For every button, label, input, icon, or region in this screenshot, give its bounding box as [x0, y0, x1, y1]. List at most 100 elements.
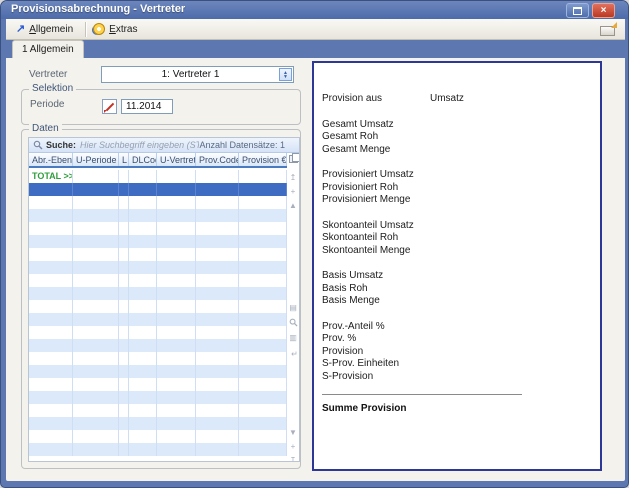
summary-label: Prov. %	[322, 333, 430, 346]
close-icon: ×	[601, 6, 607, 16]
table-row[interactable]	[29, 183, 287, 196]
restore-button[interactable]	[566, 3, 589, 18]
table-row[interactable]	[29, 326, 287, 339]
grid-body[interactable]: TOTAL >>	[29, 170, 287, 456]
vertreter-label: Vertreter	[29, 69, 67, 80]
summary-label: Gesamt Umsatz	[322, 119, 430, 132]
spinner-icon[interactable]: ▲▼	[279, 68, 292, 81]
table-row[interactable]	[29, 443, 287, 456]
column-header[interactable]: L	[119, 153, 129, 166]
table-row[interactable]	[29, 287, 287, 300]
columns-icon[interactable]: ▥	[287, 303, 299, 313]
table-row[interactable]	[29, 300, 287, 313]
summary-label: Prov.-Anteil %	[322, 321, 430, 334]
summary-divider	[322, 394, 522, 395]
summary-label: Basis Menge	[322, 295, 430, 308]
toolbar-separator	[85, 22, 87, 37]
table-row[interactable]	[29, 261, 287, 274]
table-row[interactable]	[29, 352, 287, 365]
restore-icon	[573, 7, 582, 15]
move-down-icon[interactable]: ▼	[287, 428, 299, 438]
window-title: Provisionsabrechnung - Vertreter	[11, 3, 185, 15]
summary-panel: Provision aus Umsatz Gesamt UmsatzGesamt…	[312, 61, 602, 471]
search-placeholder[interactable]: Hier Suchbegriff eingeben (STRG+S)	[80, 140, 199, 150]
table-row[interactable]	[29, 378, 287, 391]
summary-label: Skontoanteil Umsatz	[322, 220, 430, 233]
table-row[interactable]	[29, 248, 287, 261]
table-row[interactable]	[29, 430, 287, 443]
tabstrip: 1 Allgemein	[6, 40, 625, 58]
arrow-ne-icon: ↗	[16, 24, 25, 35]
column-header[interactable]: Abr.-Ebene	[29, 153, 73, 166]
search-icon	[33, 140, 43, 150]
column-header[interactable]: U-Vertreter	[157, 153, 196, 166]
table-row[interactable]	[29, 365, 287, 378]
content-area: Vertreter 1: Vertreter 1 ▲▼ Selektion Pe…	[6, 58, 625, 481]
add-row-bottom-icon[interactable]: +	[287, 442, 299, 452]
move-up-icon[interactable]: ▲	[287, 201, 299, 211]
menu-allgemein[interactable]: ↗ Allgemein	[14, 24, 81, 35]
scroll-to-top-icon[interactable]: ↥	[287, 173, 299, 183]
grid-search-icon[interactable]	[287, 318, 300, 327]
table-row[interactable]	[29, 209, 287, 222]
summary-groups: Gesamt UmsatzGesamt RohGesamt Menge Provi…	[322, 119, 600, 384]
table-row[interactable]	[29, 235, 287, 248]
summary-label: Skontoanteil Roh	[322, 232, 430, 245]
selektion-group: Selektion Periode	[21, 89, 301, 125]
table-row[interactable]	[29, 339, 287, 352]
table-row[interactable]	[29, 417, 287, 430]
table-row[interactable]	[29, 391, 287, 404]
close-button[interactable]: ×	[592, 3, 615, 18]
column-chooser-icon[interactable]	[289, 155, 298, 163]
summary-label: Provision	[322, 346, 430, 359]
record-count: Anzahl Datensätze: 1	[199, 140, 285, 150]
grid-searchbar[interactable]: Suche: Hier Suchbegriff eingeben (STRG+S…	[29, 138, 299, 153]
summe-provision-label: Summe Provision	[322, 403, 600, 414]
titlebar: Provisionsabrechnung - Vertreter ×	[1, 1, 628, 19]
column-header[interactable]: Provision €	[239, 153, 287, 166]
rows-icon[interactable]: ▤	[287, 333, 299, 343]
data-grid: Suche: Hier Suchbegriff eingeben (STRG+S…	[28, 137, 300, 462]
add-row-icon[interactable]: +	[287, 187, 299, 197]
grid-side-toolbar: ↥ + ▲ ▥ ▤ ↴ ▼ + ↧	[287, 153, 299, 461]
table-row[interactable]	[29, 313, 287, 326]
periode-input[interactable]	[121, 99, 173, 114]
daten-group: Daten Suche: Hier Suchbegriff eingeben (…	[21, 129, 301, 469]
column-header[interactable]: Prov.Code	[196, 153, 239, 166]
selektion-title: Selektion	[29, 83, 76, 94]
table-row[interactable]	[29, 274, 287, 287]
column-header[interactable]: U-Periode	[73, 153, 119, 166]
grid-export-icon[interactable]: ↴	[287, 348, 299, 358]
table-row[interactable]	[29, 196, 287, 209]
vertreter-value: 1: Vertreter 1	[102, 69, 279, 80]
menu-allgemein-label: Allgemein	[29, 24, 73, 35]
provision-aus-label: Provision aus	[322, 93, 430, 106]
summary-label: Provisioniert Menge	[322, 194, 430, 207]
tab-allgemein[interactable]: 1 Allgemein	[12, 40, 84, 58]
vertreter-combobox[interactable]: 1: Vertreter 1 ▲▼	[101, 66, 294, 83]
summary-label: Provisioniert Umsatz	[322, 169, 430, 182]
summary-label: S-Prov. Einheiten	[322, 358, 430, 371]
summary-label: Skontoanteil Menge	[322, 245, 430, 258]
menu-extras-label: Extras	[109, 24, 137, 35]
menu-extras[interactable]: Extras	[91, 23, 145, 35]
table-row[interactable]	[29, 404, 287, 417]
daten-title: Daten	[29, 123, 62, 134]
summary-label: Gesamt Menge	[322, 144, 430, 157]
search-label: Suche:	[46, 140, 76, 150]
summary-label: S-Provision	[322, 371, 430, 384]
periode-picker-button[interactable]	[102, 99, 117, 114]
provision-aus-value: Umsatz	[430, 93, 464, 106]
app-window: Provisionsabrechnung - Vertreter × ↗ All…	[0, 0, 629, 488]
grid-header: Abr.-EbeneU-PeriodeLDLCodeU-VertreterPro…	[29, 153, 287, 168]
scroll-to-bottom-icon[interactable]: ↧	[287, 456, 299, 462]
summary-label: Basis Roh	[322, 283, 430, 296]
column-header[interactable]: DLCode	[129, 153, 157, 166]
summary-label: Gesamt Roh	[322, 131, 430, 144]
table-row[interactable]: TOTAL >>	[29, 170, 287, 183]
periode-label: Periode	[30, 99, 64, 110]
summary-label: Provisioniert Roh	[322, 182, 430, 195]
export-button[interactable]	[600, 23, 616, 36]
table-row[interactable]	[29, 222, 287, 235]
pencil-icon	[106, 103, 114, 111]
